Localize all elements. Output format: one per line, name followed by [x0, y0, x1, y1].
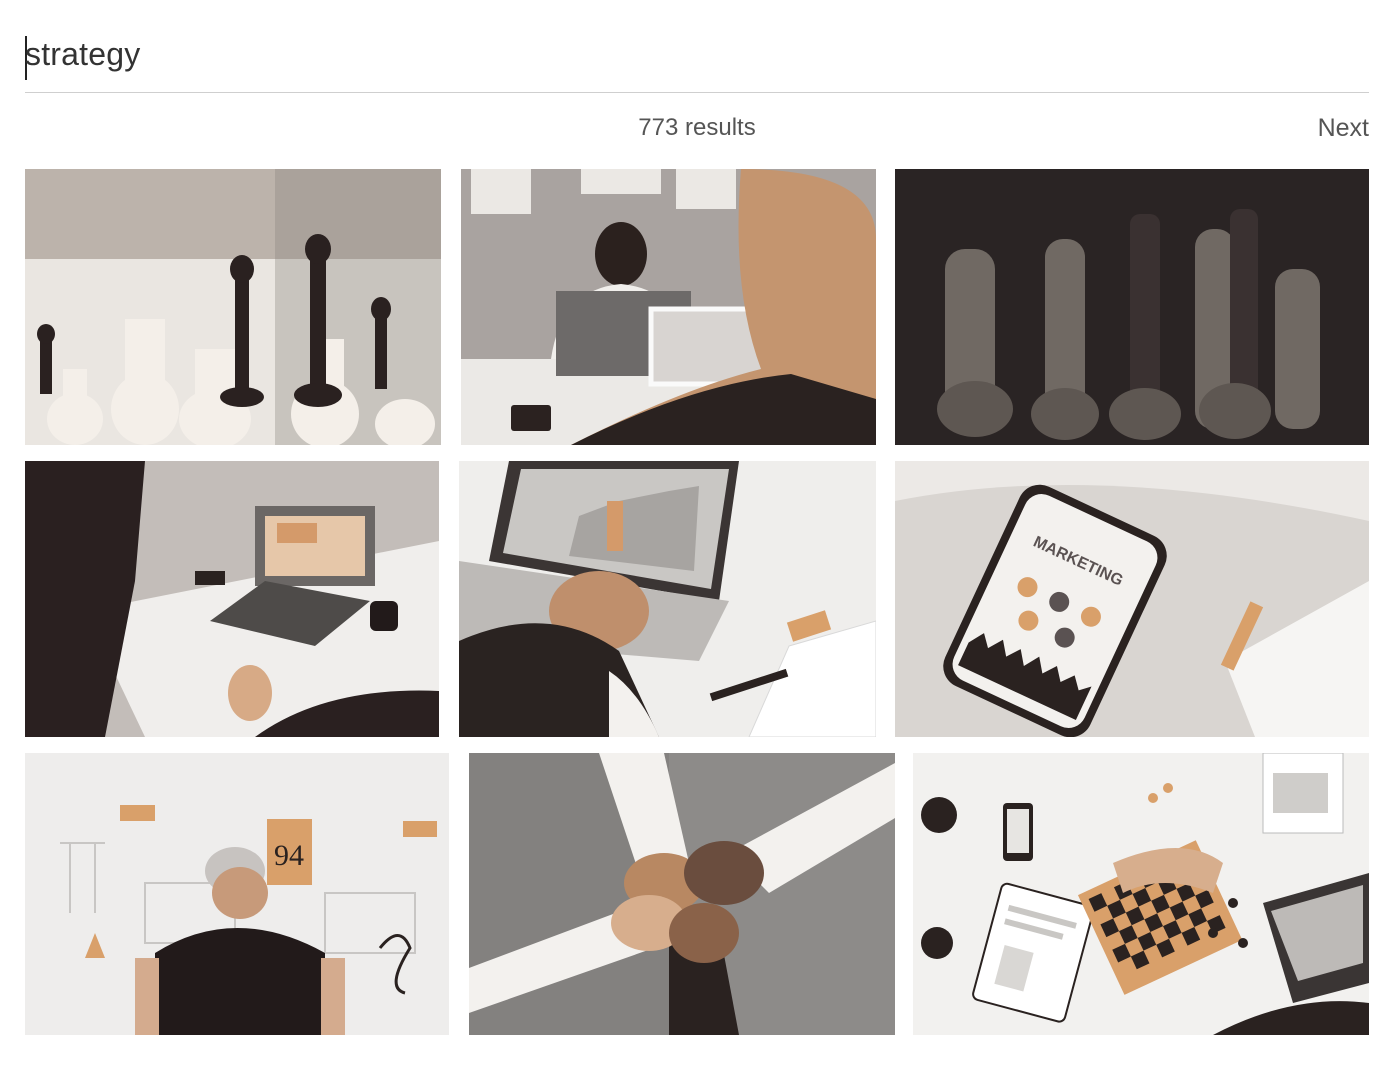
next-page-link[interactable]: Next: [1318, 114, 1369, 143]
results-count: 773 results: [638, 114, 756, 141]
chess-pieces-image: [25, 169, 441, 445]
dark-chess-image: [895, 169, 1369, 445]
search-bar: [25, 22, 1369, 93]
image-result-team-meeting[interactable]: [25, 461, 439, 737]
image-result-joined-hands[interactable]: [469, 753, 895, 1035]
image-result-typing-laptop[interactable]: [459, 461, 876, 737]
search-input[interactable]: [25, 30, 1325, 78]
image-result-marketing-phone[interactable]: MARKETING: [895, 461, 1369, 737]
typing-laptop-image: [459, 461, 876, 737]
marketing-phone-image: MARKETING: [895, 461, 1369, 737]
team-meeting-image: [25, 461, 439, 737]
joined-hands-image: [469, 753, 895, 1035]
whiteboard-man-image: 94: [25, 753, 449, 1035]
desk-chessboard-image: [913, 753, 1369, 1035]
image-result-chess-light[interactable]: [25, 169, 441, 445]
results-bar: 773 results Next: [25, 110, 1369, 150]
board-sticky-note: 94: [274, 839, 304, 872]
office-man-image: [461, 169, 876, 445]
image-result-man-laptop[interactable]: [461, 169, 876, 445]
image-result-desk-chessboard[interactable]: [913, 753, 1369, 1035]
image-result-chess-dark[interactable]: [895, 169, 1369, 445]
image-result-whiteboard-man[interactable]: 94: [25, 753, 449, 1035]
